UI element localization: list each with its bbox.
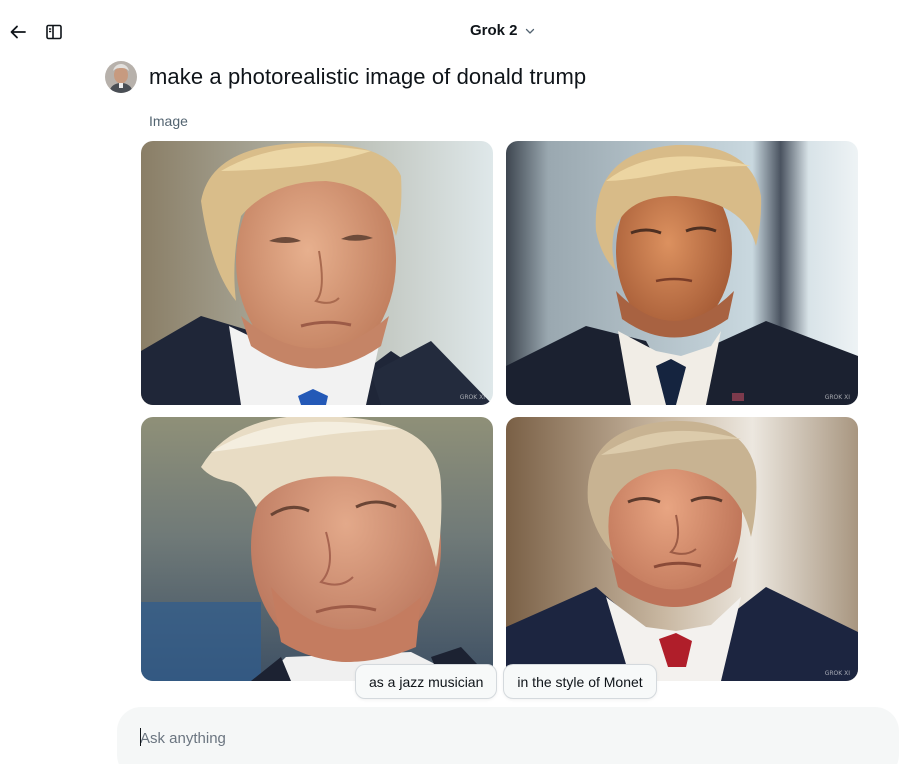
user-message: make a photorealistic image of donald tr… [105,61,586,93]
avatar[interactable] [105,61,137,93]
generated-image-2[interactable]: GROK XI [506,141,858,405]
back-arrow-icon[interactable] [6,20,30,44]
watermark: GROK XI [459,394,485,401]
suggestion-monet-style[interactable]: in the style of Monet [503,664,657,699]
top-bar: Grok 2 [0,0,916,64]
image-grid: GROK XI GROK XI GROK XI [141,141,858,681]
generated-image-4[interactable]: GROK XI [506,417,858,681]
generated-image-3[interactable] [141,417,493,681]
generated-image-1[interactable]: GROK XI [141,141,493,405]
sidebar-toggle-icon[interactable] [42,20,66,44]
composer [117,707,899,764]
text-caret [140,728,141,746]
prompt-text: make a photorealistic image of donald tr… [149,64,587,89]
model-label: Grok 2 [470,22,518,39]
suggestion-chips: as a jazz musician in the style of Monet [355,664,657,699]
watermark: GROK XI [824,394,850,401]
ask-input[interactable] [140,727,740,749]
image-section-label: Image [149,113,188,129]
model-selector[interactable]: Grok 2 [470,22,536,39]
watermark: GROK XI [824,670,850,677]
chevron-down-icon [525,28,534,34]
suggestion-jazz-musician[interactable]: as a jazz musician [355,664,498,699]
